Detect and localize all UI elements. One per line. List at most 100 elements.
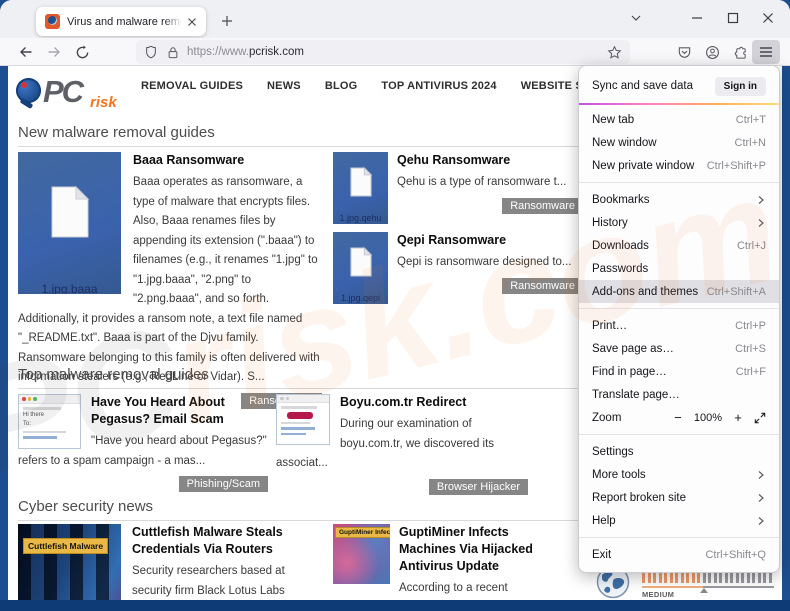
bookmark-star-icon[interactable] [607,45,622,60]
thumbnail-text: To: [23,421,80,428]
menu-item-label: New tab [592,114,634,126]
url-domain: pcrisk.com [249,46,304,58]
article-thumbnail[interactable] [276,394,330,445]
thumbnail-text: Hi there [23,412,80,419]
fullscreen-icon[interactable] [754,412,766,424]
article-thumbnail[interactable]: 1.jpg.baaa [18,152,121,294]
zoom-out-button[interactable]: − [670,410,686,425]
menu-divider [579,537,779,538]
url-bar[interactable]: https://www.pcrisk.com [136,40,630,64]
extensions-puzzle-icon[interactable] [728,40,752,64]
thumbnail-label: GuptiMiner Infects [335,527,390,538]
logo-text-risk: risk [90,94,117,111]
menu-item-history[interactable]: History [579,211,779,234]
nav-news[interactable]: NEWS [267,80,301,92]
menu-item-label: Print… [592,320,627,332]
category-badge[interactable]: Browser Hijacker [429,479,528,495]
submenu-chevron-icon [756,516,766,526]
menu-hamburger-button[interactable] [752,40,780,64]
account-icon[interactable] [700,40,724,64]
menu-item-report-broken-site[interactable]: Report broken site [579,486,779,509]
menu-item-shortcut: Ctrl+Shift+P [707,160,766,172]
nav-top-antivirus[interactable]: TOP ANTIVIRUS 2024 [381,80,496,92]
article-qehu-ransomware: 1.jpg.qehu Qehu Ransomware Qehu is a typ… [333,152,583,224]
tab-bar: Virus and malware removal inst [0,0,790,38]
browser-tab[interactable]: Virus and malware removal inst [36,7,206,36]
menu-item-more-tools[interactable]: More tools [579,463,779,486]
menu-item-save-page-as[interactable]: Save page as… Ctrl+S [579,337,779,360]
thumbnail-caption: 1.jpg.qepi [333,293,388,303]
menu-item-label: Add-ons and themes [592,286,698,298]
article-qepi-ransomware: 1.jpg.qepi Qepi Ransomware Qepi is ranso… [333,232,583,304]
browser-window: Virus and malware removal inst [0,0,790,611]
menu-item-new-private-window[interactable]: New private window Ctrl+Shift+P [579,154,779,177]
menu-item-addons-and-themes[interactable]: Add-ons and themes Ctrl+Shift+A [579,280,779,303]
close-window-button[interactable] [752,2,784,34]
menu-item-settings[interactable]: Settings [579,440,779,463]
minimize-button[interactable] [681,2,713,34]
pcrisk-logo[interactable]: PC risk [14,72,139,116]
zoom-level-value[interactable]: 100% [694,412,722,424]
menu-item-label: Passwords [592,263,648,275]
menu-item-bookmarks[interactable]: Bookmarks [579,188,779,211]
menu-item-label: Report broken site [592,492,686,504]
article-thumbnail[interactable]: 1.jpg.qepi [333,232,388,304]
menu-item-new-tab[interactable]: New tab Ctrl+T [579,108,779,131]
submenu-chevron-icon [756,470,766,480]
maximize-button[interactable] [717,2,749,34]
magnifier-icon [16,78,41,103]
menu-item-label: Save page as… [592,343,674,355]
safety-gauge-underline [642,586,774,588]
nav-blog[interactable]: BLOG [325,80,358,92]
pocket-icon[interactable] [672,40,696,64]
site-footer-bar [0,600,790,611]
menu-item-shortcut: Ctrl+Shift+Q [705,549,766,561]
shield-icon[interactable] [144,45,158,59]
category-badge[interactable]: Ransomware [502,198,583,214]
tab-close-icon[interactable] [184,14,200,30]
sign-in-button[interactable]: Sign in [715,77,766,96]
sync-gradient-divider [579,103,779,105]
submenu-chevron-icon [756,218,766,228]
menu-item-translate-page[interactable]: Translate page… [579,383,779,406]
menu-item-label: History [592,217,628,229]
menu-item-label: Exit [592,549,611,561]
menu-item-exit[interactable]: Exit Ctrl+Shift+Q [579,543,779,566]
zoom-in-button[interactable]: + [730,410,746,425]
menu-item-label: Zoom [592,412,621,424]
submenu-chevron-icon [756,195,766,205]
menu-item-shortcut: Ctrl+J [737,240,766,252]
menu-item-help[interactable]: Help [579,509,779,532]
article-thumbnail[interactable]: GuptiMiner Infects [333,524,390,584]
menu-item-label: Help [592,515,616,527]
menu-item-print[interactable]: Print… Ctrl+P [579,314,779,337]
tab-list-dropdown-button[interactable] [620,2,652,34]
forward-button[interactable] [42,40,66,64]
category-badge[interactable]: Ransomware [502,278,583,294]
menu-item-downloads[interactable]: Downloads Ctrl+J [579,234,779,257]
article-thumbnail[interactable]: 1.jpg.qehu [333,152,388,224]
submenu-chevron-icon [756,493,766,503]
menu-item-find-in-page[interactable]: Find in page… Ctrl+F [579,360,779,383]
menu-item-shortcut: Ctrl+P [735,320,766,332]
menu-item-passwords[interactable]: Passwords [579,257,779,280]
back-button[interactable] [14,40,38,64]
menu-item-shortcut: Ctrl+S [735,343,766,355]
pcrisk-favicon [45,14,60,29]
category-badge[interactable]: Phishing/Scam [179,476,268,492]
menu-item-label: New private window [592,160,694,172]
article-thumbnail[interactable]: Hi there To: [18,394,81,449]
nav-removal-guides[interactable]: REMOVAL GUIDES [141,80,243,92]
menu-item-label: Downloads [592,240,649,252]
tab-title: Virus and malware removal inst [67,16,182,28]
lock-icon[interactable] [167,46,179,59]
menu-item-new-window[interactable]: New window Ctrl+N [579,131,779,154]
reload-button[interactable] [70,40,94,64]
menu-item-shortcut: Ctrl+T [736,114,766,126]
article-boyu-redirect: Boyu.com.tr Redirect During our examinat… [276,394,528,495]
new-tab-button[interactable] [214,8,240,34]
article-guptiminer: GuptiMiner Infects GuptiMiner Infects Ma… [333,524,533,600]
article-cuttlefish-malware: Cuttlefish Malware Cuttlefish Malware St… [18,524,322,600]
menu-item-sync[interactable]: Sync and save data Sign in [579,71,779,101]
article-thumbnail[interactable]: Cuttlefish Malware [18,524,121,600]
